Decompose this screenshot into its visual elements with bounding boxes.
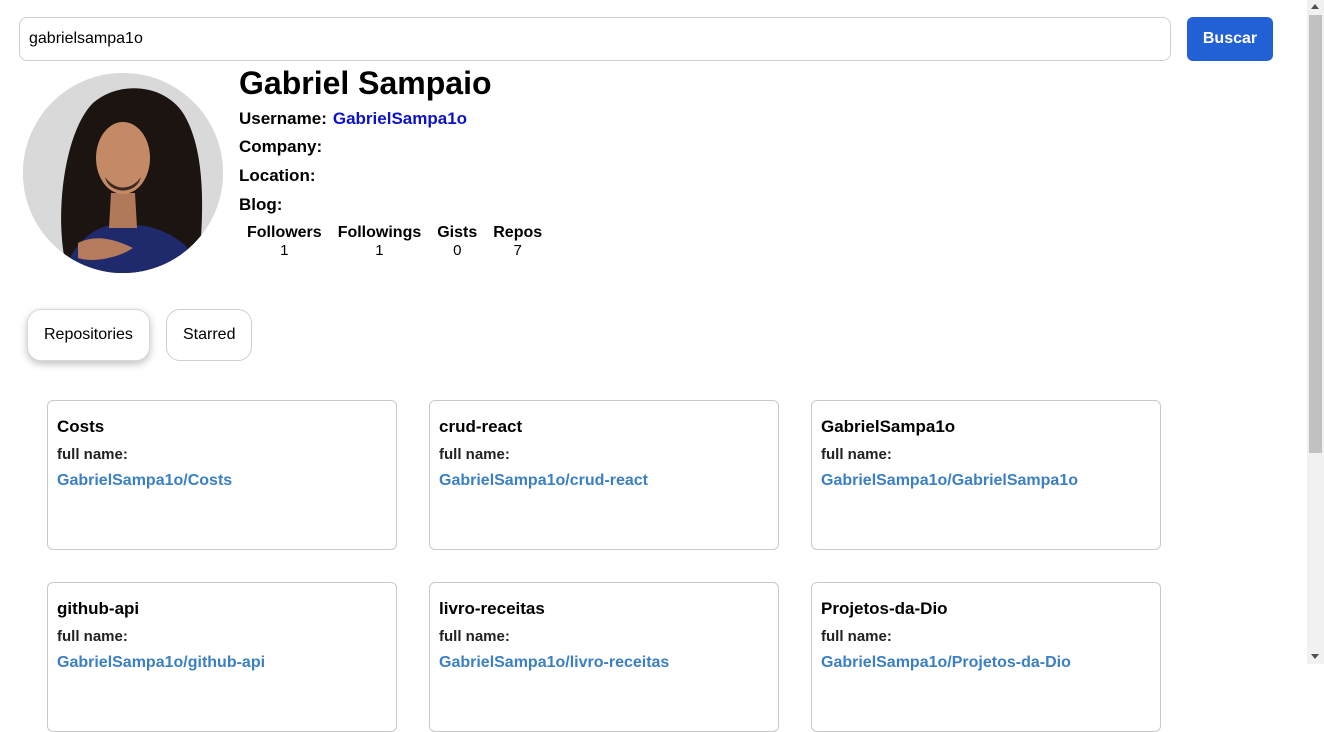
avatar (23, 73, 223, 273)
stat-value: 1 (375, 242, 384, 259)
profile-stats: Followers 1 Followings 1 Gists 0 Repos 7 (247, 224, 558, 260)
username-label: Username: (239, 109, 327, 128)
repo-link[interactable]: GabrielSampa1o/livro-receitas (439, 654, 669, 672)
company-label: Company: (239, 137, 323, 156)
stat-value: 0 (453, 242, 462, 259)
repo-link[interactable]: GabrielSampa1o/Costs (57, 472, 232, 490)
stat-repos: Repos 7 (493, 224, 542, 260)
repo-link[interactable]: GabrielSampa1o/crud-react (439, 472, 648, 490)
full-name-label: full name: (57, 446, 128, 463)
repo-card[interactable]: GabrielSampa1o full name: GabrielSampa1o… (811, 400, 1161, 550)
page-scrollbar[interactable] (1307, 0, 1324, 664)
repo-card[interactable]: github-api full name: GabrielSampa1o/git… (47, 582, 397, 732)
repo-name: Projetos-da-Dio (821, 599, 948, 618)
full-name-label: full name: (821, 446, 892, 463)
stat-value: 1 (280, 242, 289, 259)
scroll-up-icon[interactable] (1311, 4, 1319, 9)
stat-gists: Gists 0 (437, 224, 477, 260)
stat-label: Followers (247, 224, 322, 241)
username-link[interactable]: GabrielSampa1o (333, 109, 467, 128)
scroll-down-icon[interactable] (1311, 654, 1319, 659)
repo-card[interactable]: livro-receitas full name: GabrielSampa1o… (429, 582, 779, 732)
full-name-label: full name: (821, 628, 892, 645)
repo-link[interactable]: GabrielSampa1o/Projetos-da-Dio (821, 654, 1071, 672)
search-input[interactable] (19, 17, 1171, 61)
stat-followings: Followings 1 (338, 224, 422, 260)
profile-info: Gabriel Sampaio Username: GabrielSampa1o … (239, 64, 542, 259)
stat-followers: Followers 1 (247, 224, 322, 260)
repo-name: github-api (57, 599, 140, 618)
repo-link[interactable]: GabrielSampa1o/github-api (57, 654, 265, 672)
full-name-label: full name: (57, 628, 128, 645)
avatar-photo (23, 73, 223, 273)
repo-card[interactable]: Costs full name: GabrielSampa1o/Costs (47, 400, 397, 550)
repo-name: crud-react (439, 417, 523, 436)
blog-label: Blog: (239, 195, 283, 214)
profile-name: Gabriel Sampaio (239, 65, 492, 101)
repo-name: livro-receitas (439, 599, 545, 618)
repo-link[interactable]: GabrielSampa1o/GabrielSampa1o (821, 472, 1078, 490)
stat-label: Gists (437, 224, 478, 241)
stat-value: 7 (513, 242, 522, 259)
location-label: Location: (239, 166, 316, 185)
full-name-label: full name: (439, 628, 510, 645)
stat-label: Followings (337, 224, 422, 241)
repo-card[interactable]: Projetos-da-Dio full name: GabrielSampa1… (811, 582, 1161, 732)
search-button[interactable]: Buscar (1187, 17, 1273, 61)
tab-repositories[interactable]: Repositories (27, 309, 150, 361)
repo-card[interactable]: crud-react full name: GabrielSampa1o/cru… (429, 400, 779, 550)
username-row: Username: GabrielSampa1o (239, 109, 467, 129)
repo-name: GabrielSampa1o (821, 417, 956, 436)
full-name-label: full name: (439, 446, 510, 463)
scrollbar-thumb[interactable] (1309, 15, 1322, 453)
repo-name: Costs (57, 417, 105, 436)
stat-label: Repos (493, 224, 543, 241)
tab-starred[interactable]: Starred (166, 309, 253, 361)
